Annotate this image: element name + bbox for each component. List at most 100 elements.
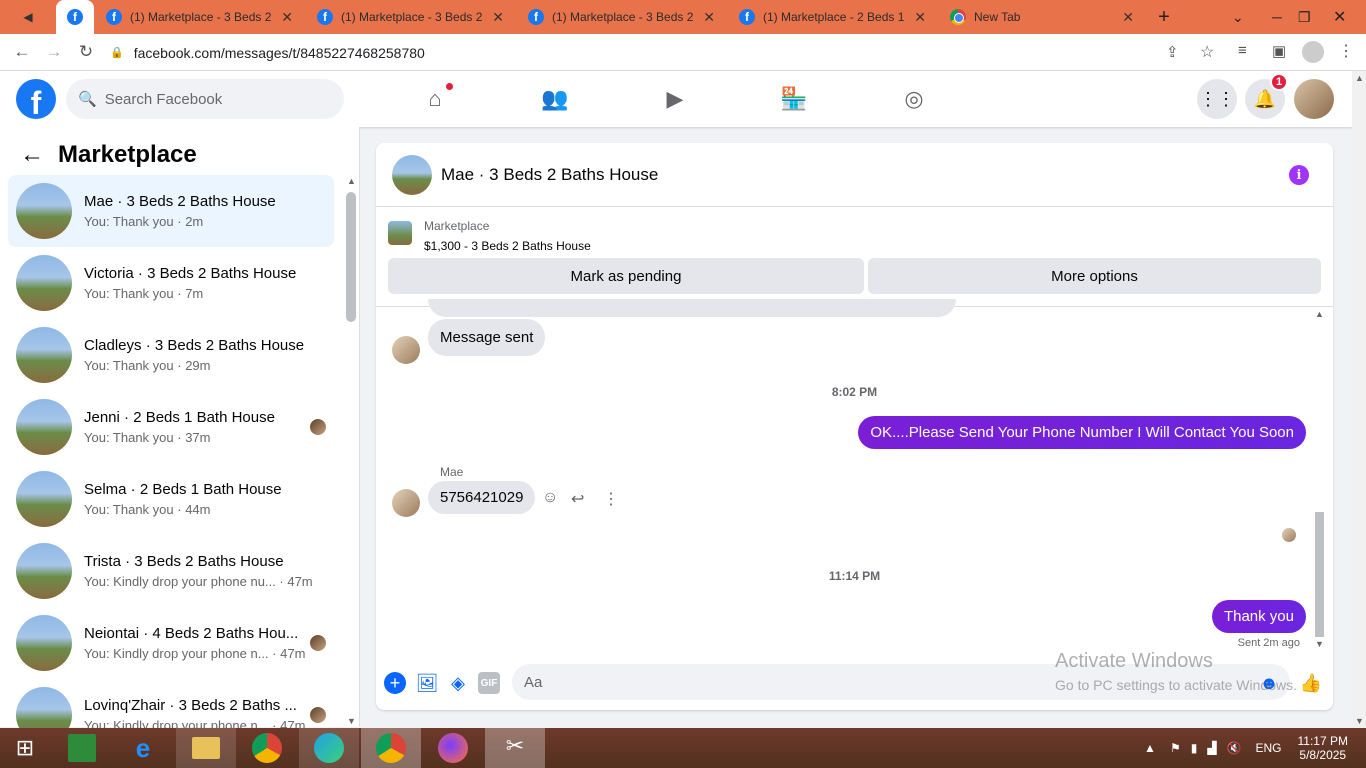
scroll-down-icon[interactable]: ▼ [1355, 716, 1364, 726]
account-avatar[interactable] [1294, 79, 1334, 119]
menu-dots-icon[interactable]: ⋮ [1338, 41, 1354, 61]
tab-3[interactable]: f (1) Marketplace - 3 Beds 2 B ✕ [516, 0, 727, 34]
plus-icon[interactable]: + [384, 672, 406, 694]
close-icon[interactable]: ✕ [281, 9, 293, 26]
forward-arrow-icon[interactable]: → [38, 42, 70, 62]
maximize-icon[interactable]: ❐ [1298, 0, 1311, 34]
internet-explorer-icon[interactable]: e [113, 728, 173, 768]
clock[interactable]: 11:17 PM 5/8/2025 [1298, 734, 1348, 762]
tab-4[interactable]: f (1) Marketplace - 2 Beds 1 B ✕ [727, 0, 938, 34]
close-icon[interactable]: ✕ [492, 9, 504, 26]
tab-1[interactable]: f (1) Marketplace - 3 Beds 2 B ✕ [94, 0, 305, 34]
windows-taskbar: ⊞ e ✂ ▲ ⚑ ▮ ▟ 🔇 ENG 11:17 PM 5/8/2025 [0, 728, 1366, 768]
friends-icon[interactable]: 👥 [541, 85, 569, 113]
conversation-item[interactable]: Mae · 3 Beds 2 Baths House You: Thank you… [8, 175, 334, 247]
facebook-logo[interactable]: f [16, 79, 56, 119]
volume-icon[interactable]: 🔇 [1227, 741, 1242, 755]
address-bar: ← → ↻ 🔒 facebook.com/messages/t/848522746… [0, 34, 1366, 71]
back-arrow-icon[interactable]: ← [20, 141, 44, 169]
conversation-item[interactable]: Cladleys · 3 Beds 2 Baths House You: Than… [8, 319, 334, 391]
profile-icon[interactable] [1302, 41, 1324, 63]
gif-icon[interactable]: GIF [478, 672, 500, 694]
edge-icon[interactable] [299, 728, 359, 768]
info-icon[interactable]: i [1289, 165, 1309, 185]
conversation-preview: You: Thank you [84, 430, 174, 445]
start-windows-icon[interactable]: ⊞ [0, 728, 50, 768]
tab-list-chevron-icon[interactable]: ⌄ [1232, 0, 1250, 34]
flag-icon[interactable]: ⚑ [1170, 741, 1181, 755]
new-tab-plus-icon[interactable]: + [1146, 0, 1182, 34]
sidebar-scrollbar[interactable]: ▲ ▼ [344, 176, 358, 726]
conversation-time: · 47m [279, 574, 313, 589]
buyer-avatar [310, 707, 326, 723]
scrollbar-thumb[interactable] [1315, 512, 1324, 637]
more-actions-icon[interactable]: ⋮ [603, 489, 619, 509]
back-arrow-icon[interactable]: ← [6, 42, 38, 62]
listing-thumbnail [16, 615, 72, 671]
timestamp: 8:02 PM [831, 385, 878, 399]
listing-avatar[interactable] [392, 154, 432, 195]
reply-icon[interactable]: ↩ [571, 489, 584, 509]
minimize-icon[interactable]: ─ [1272, 0, 1282, 34]
firefox-icon[interactable] [423, 728, 483, 768]
bookmark-star-icon[interactable]: ☆ [1200, 42, 1214, 62]
facebook-icon: f [739, 9, 755, 25]
groups-icon[interactable]: ◎ [900, 85, 928, 113]
thumbs-up-icon[interactable]: 👍 [1300, 672, 1322, 694]
tab-new[interactable]: New Tab ✕ [938, 0, 1146, 34]
timestamp: 11:14 PM [828, 569, 881, 583]
mark-as-pending-button[interactable]: Mark as pending [388, 258, 864, 294]
close-icon[interactable]: ✕ [1122, 9, 1134, 26]
scrollbar-thumb[interactable] [346, 192, 356, 322]
tab-active[interactable]: f [56, 0, 94, 34]
thread-scrollbar[interactable]: ▲ ▼ [1312, 307, 1326, 649]
store-icon[interactable] [52, 728, 112, 768]
tab-search-icon[interactable]: ◀ [0, 0, 56, 34]
network-icon[interactable]: ▟ [1207, 741, 1216, 755]
side-panel-icon[interactable]: ▣ [1272, 42, 1286, 60]
conversation-item[interactable]: Neiontai · 4 Beds 2 Baths Hou... You: Kin… [8, 607, 334, 679]
notification-badge: 1 [1270, 73, 1288, 91]
tab-2[interactable]: f (1) Marketplace - 3 Beds 2 B ✕ [305, 0, 516, 34]
show-hidden-icons-icon[interactable]: ▲ [1144, 741, 1156, 755]
photo-icon[interactable]: 🖼 [416, 672, 439, 694]
menu-grid-icon[interactable]: ⋮⋮ [1197, 79, 1237, 119]
lock-icon: 🔒 [110, 47, 124, 59]
chrome-active-icon[interactable] [361, 728, 421, 768]
listing-thumbnail [16, 399, 72, 455]
share-icon[interactable]: ⇪ [1166, 43, 1179, 61]
sticker-icon[interactable]: ◈ [447, 672, 469, 694]
page-scrollbar[interactable]: ▲ ▼ [1352, 71, 1366, 728]
conversation-item[interactable]: Victoria · 3 Beds 2 Baths House You: Than… [8, 247, 334, 319]
chrome-icon[interactable] [237, 728, 297, 768]
scroll-down-icon[interactable]: ▼ [347, 716, 356, 726]
url-field[interactable]: 🔒 facebook.com/messages/t/848522746825878… [110, 39, 1230, 66]
watch-icon[interactable]: ▶ [661, 85, 689, 113]
conversation-time: · 2m [177, 214, 204, 229]
chat-title[interactable]: Mae · 3 Beds 2 Baths House [441, 165, 658, 185]
listing-summary[interactable]: Marketplace $1,300 - 3 Beds 2 Baths Hous… [388, 219, 591, 253]
conversation-item[interactable]: Trista · 3 Beds 2 Baths House You: Kindly… [8, 535, 334, 607]
conversation-time: · 29m [177, 358, 211, 373]
app-icon[interactable]: ✂ [485, 728, 545, 768]
scroll-up-icon[interactable]: ▲ [1355, 73, 1364, 83]
close-icon[interactable]: ✕ [914, 9, 926, 26]
battery-icon[interactable]: ▮ [1191, 741, 1198, 755]
file-explorer-icon[interactable] [176, 728, 236, 768]
scroll-up-icon[interactable]: ▲ [1315, 309, 1324, 319]
language-indicator[interactable]: ENG [1256, 741, 1282, 755]
more-options-button[interactable]: More options [868, 258, 1321, 294]
conversation-item[interactable]: Jenni · 2 Beds 1 Bath House You: Thank yo… [8, 391, 334, 463]
react-smiley-icon[interactable]: ☺ [542, 489, 558, 507]
search-input[interactable]: 🔍 Search Facebook [66, 79, 344, 119]
reload-icon[interactable]: ↻ [70, 42, 102, 62]
scroll-down-icon[interactable]: ▼ [1315, 639, 1324, 649]
close-icon[interactable]: ✕ [703, 9, 715, 26]
conversation-item[interactable]: Selma · 2 Beds 1 Bath House You: Thank yo… [8, 463, 334, 535]
listing-thumbnail [388, 221, 412, 245]
home-icon[interactable]: ⌂ [421, 83, 453, 113]
scroll-up-icon[interactable]: ▲ [347, 176, 356, 186]
window-close-icon[interactable]: ✕ [1333, 0, 1346, 34]
marketplace-icon[interactable]: 🏪 [780, 85, 808, 113]
reading-list-icon[interactable]: ≡ [1238, 42, 1247, 59]
